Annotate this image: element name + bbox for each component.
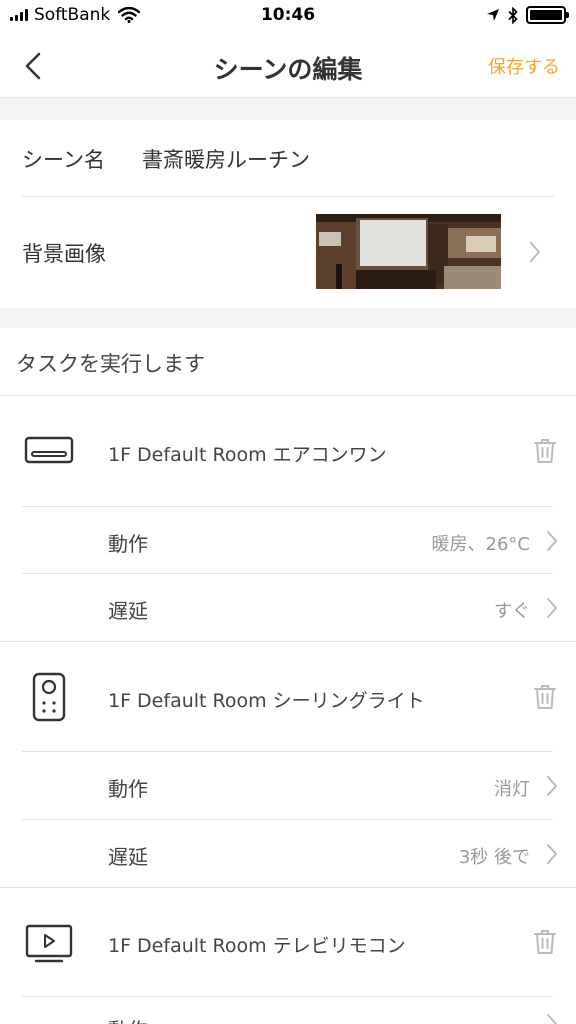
- tasks-header: タスクを実行します: [16, 352, 205, 376]
- status-bar: SoftBank 10:46: [0, 0, 576, 32]
- chevron-right-icon[interactable]: [545, 529, 559, 553]
- scene-name-label: シーン名: [22, 148, 105, 172]
- task-action-value[interactable]: 消灯: [494, 775, 530, 801]
- task-delay-label: 遅延: [108, 599, 148, 623]
- divider: [0, 395, 576, 396]
- chevron-right-icon[interactable]: [545, 596, 559, 620]
- remote-control-icon: [32, 672, 66, 722]
- task-delay-value[interactable]: すぐ: [494, 597, 530, 623]
- scene-name-value[interactable]: 書斎暖房ルーチン: [142, 144, 310, 174]
- trash-icon[interactable]: [533, 438, 557, 464]
- trash-icon[interactable]: [533, 929, 557, 955]
- chevron-right-icon[interactable]: [545, 774, 559, 798]
- divider: [22, 573, 553, 574]
- background-image-label: 背景画像: [22, 242, 106, 266]
- background-image-thumbnail[interactable]: [316, 214, 501, 289]
- tv-icon: [25, 924, 73, 963]
- section-gap: [0, 308, 576, 328]
- divider: [22, 506, 553, 507]
- task-action-label: 動作: [108, 532, 148, 556]
- task-delay-value[interactable]: 3秒 後で: [459, 843, 530, 869]
- status-right-group: [486, 6, 569, 24]
- tasks-section: [0, 328, 576, 1024]
- air-conditioner-icon: [24, 436, 74, 464]
- divider: [22, 819, 553, 820]
- divider: [0, 641, 576, 642]
- divider: [0, 887, 576, 888]
- divider: [22, 751, 553, 752]
- chevron-right-icon[interactable]: [545, 842, 559, 866]
- task-action-value[interactable]: 暖房、26°C: [432, 530, 530, 556]
- task-action-label: 動作: [108, 1014, 148, 1024]
- battery-icon: [526, 6, 569, 24]
- location-arrow-icon: [487, 9, 499, 21]
- nav-bar: シーンの編集 保存する: [0, 32, 576, 98]
- section-gap: [0, 98, 576, 120]
- task-device-name: 1F Default Room エアコンワン: [108, 444, 387, 466]
- task-device-name: 1F Default Room テレビリモコン: [108, 935, 406, 957]
- trash-icon[interactable]: [533, 684, 557, 710]
- chevron-right-icon[interactable]: [528, 240, 542, 264]
- task-device-name: 1F Default Room シーリングライト: [108, 690, 425, 712]
- save-button[interactable]: 保存する: [488, 53, 560, 79]
- divider: [22, 996, 553, 997]
- task-delay-label: 遅延: [108, 845, 148, 869]
- task-action-label: 動作: [108, 777, 148, 801]
- divider: [22, 196, 554, 197]
- bluetooth-icon: [508, 6, 518, 24]
- chevron-right-icon[interactable]: [545, 1012, 559, 1024]
